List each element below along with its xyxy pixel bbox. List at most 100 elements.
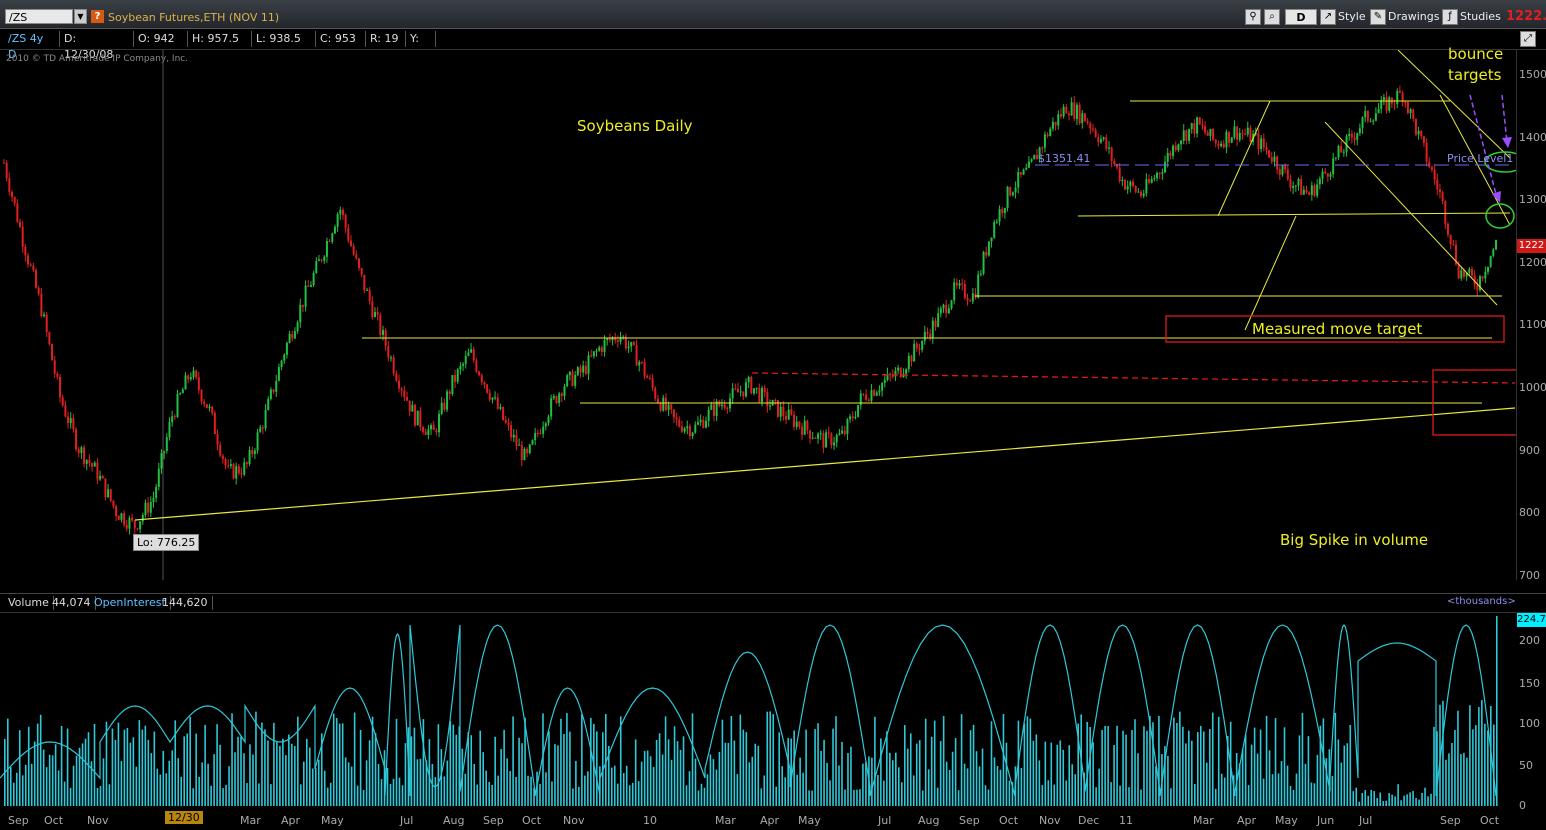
candle-body — [1054, 121, 1057, 126]
interval-button[interactable]: D — [1285, 9, 1317, 25]
volume-bar — [978, 766, 981, 806]
candle-body — [1446, 223, 1449, 235]
candle-body — [531, 440, 534, 445]
candle-body — [1001, 209, 1004, 213]
arrow-2 — [1501, 94, 1508, 143]
volume-bar — [1481, 700, 1483, 806]
candle-body — [750, 377, 753, 394]
volume-chart[interactable] — [0, 612, 1516, 806]
candle-body — [1358, 128, 1361, 134]
volume-bar — [1418, 799, 1420, 806]
volume-bar — [267, 740, 269, 806]
volume-bar — [700, 783, 703, 806]
candle-body — [176, 393, 179, 417]
candle-body — [61, 397, 64, 406]
candle-body — [440, 402, 443, 414]
candle-body — [998, 209, 1001, 222]
candle-body — [109, 489, 112, 501]
candle-body — [635, 344, 638, 366]
volume-bar — [231, 713, 233, 806]
volume-bar — [350, 766, 353, 806]
volume-bar — [906, 748, 909, 806]
candles-layer — [3, 85, 1497, 535]
bounce-annotation-2: targets — [1448, 66, 1502, 84]
volume-bar — [1334, 712, 1337, 806]
volume-bar — [1020, 767, 1023, 806]
candle-body — [897, 367, 900, 371]
volume-bar — [518, 737, 520, 806]
time-tick: 11 — [1119, 814, 1133, 827]
symbol-dropdown-icon[interactable]: ▼ — [74, 9, 87, 24]
volume-bar — [1409, 792, 1411, 806]
volume-bar — [1029, 718, 1032, 806]
volume-bar — [288, 734, 290, 806]
candle-body — [875, 392, 878, 396]
volume-bar — [1065, 780, 1068, 806]
volume-bar — [673, 726, 676, 806]
help-icon[interactable]: ? — [91, 10, 104, 23]
volume-bar — [359, 729, 362, 806]
drawings-menu[interactable]: ✎ Drawings — [1370, 9, 1439, 25]
candle-body — [1366, 110, 1369, 121]
volume-bar — [628, 785, 631, 806]
candle-body — [1086, 121, 1089, 124]
volume-bar — [15, 772, 18, 806]
candle-body — [1404, 101, 1407, 103]
candle-body — [971, 293, 974, 302]
studies-menu[interactable]: ƒ Studies — [1442, 9, 1501, 25]
volume-bar — [300, 784, 302, 806]
candle-body — [1326, 173, 1329, 177]
candle-body — [1003, 208, 1006, 213]
volume-bar — [778, 732, 781, 806]
volume-bar — [838, 765, 840, 806]
candle-body — [785, 416, 788, 420]
volume-bar — [63, 781, 66, 806]
candle-body — [1470, 268, 1473, 276]
candle-body — [168, 422, 171, 438]
volume-bar — [302, 761, 305, 806]
candle-body — [136, 528, 139, 530]
volume-bar — [434, 777, 437, 806]
candle-body — [1492, 249, 1495, 256]
link-icon[interactable]: ⚲ — [1245, 9, 1263, 25]
volume-bar — [1421, 792, 1423, 806]
expand-icon[interactable]: ⤢ — [1520, 31, 1538, 47]
candle-body — [707, 409, 710, 421]
style-menu[interactable]: ↗ Style — [1320, 9, 1366, 25]
candle-body — [1078, 104, 1081, 124]
candle-body — [77, 449, 80, 453]
candle-body — [1281, 165, 1284, 175]
candle-body — [1113, 160, 1116, 165]
volume-bar — [963, 763, 966, 806]
price-chart[interactable] — [0, 50, 1516, 580]
zoom-icon[interactable]: ⌕ — [1264, 9, 1282, 25]
volume-bar — [1400, 800, 1402, 806]
candle-body — [603, 340, 606, 353]
candle-body — [205, 404, 208, 409]
candle-body — [675, 417, 678, 420]
candle-body — [35, 270, 38, 288]
candle-body — [851, 416, 854, 419]
candle-body — [691, 432, 694, 437]
candle-body — [502, 406, 505, 420]
symbol-input[interactable]: /ZS — [5, 9, 73, 24]
candle-body — [656, 398, 659, 403]
volume-bar — [1223, 777, 1226, 806]
candle-body — [761, 388, 764, 402]
time-tick: May — [321, 814, 344, 827]
candle-body — [867, 399, 870, 401]
volume-bar — [557, 745, 559, 806]
volume-bar — [691, 713, 694, 806]
volume-bar — [48, 754, 51, 806]
volume-bar — [1179, 711, 1181, 806]
volume-bar — [222, 788, 224, 806]
candle-body — [787, 409, 790, 420]
candle-body — [1406, 102, 1409, 114]
candle-body — [873, 390, 876, 396]
volume-bar — [799, 757, 801, 806]
candle-body — [1286, 169, 1289, 180]
volume-bar — [1454, 729, 1456, 806]
volume-bar — [1008, 780, 1011, 806]
volume-bar — [1220, 773, 1223, 806]
time-tick: Aug — [443, 814, 465, 827]
